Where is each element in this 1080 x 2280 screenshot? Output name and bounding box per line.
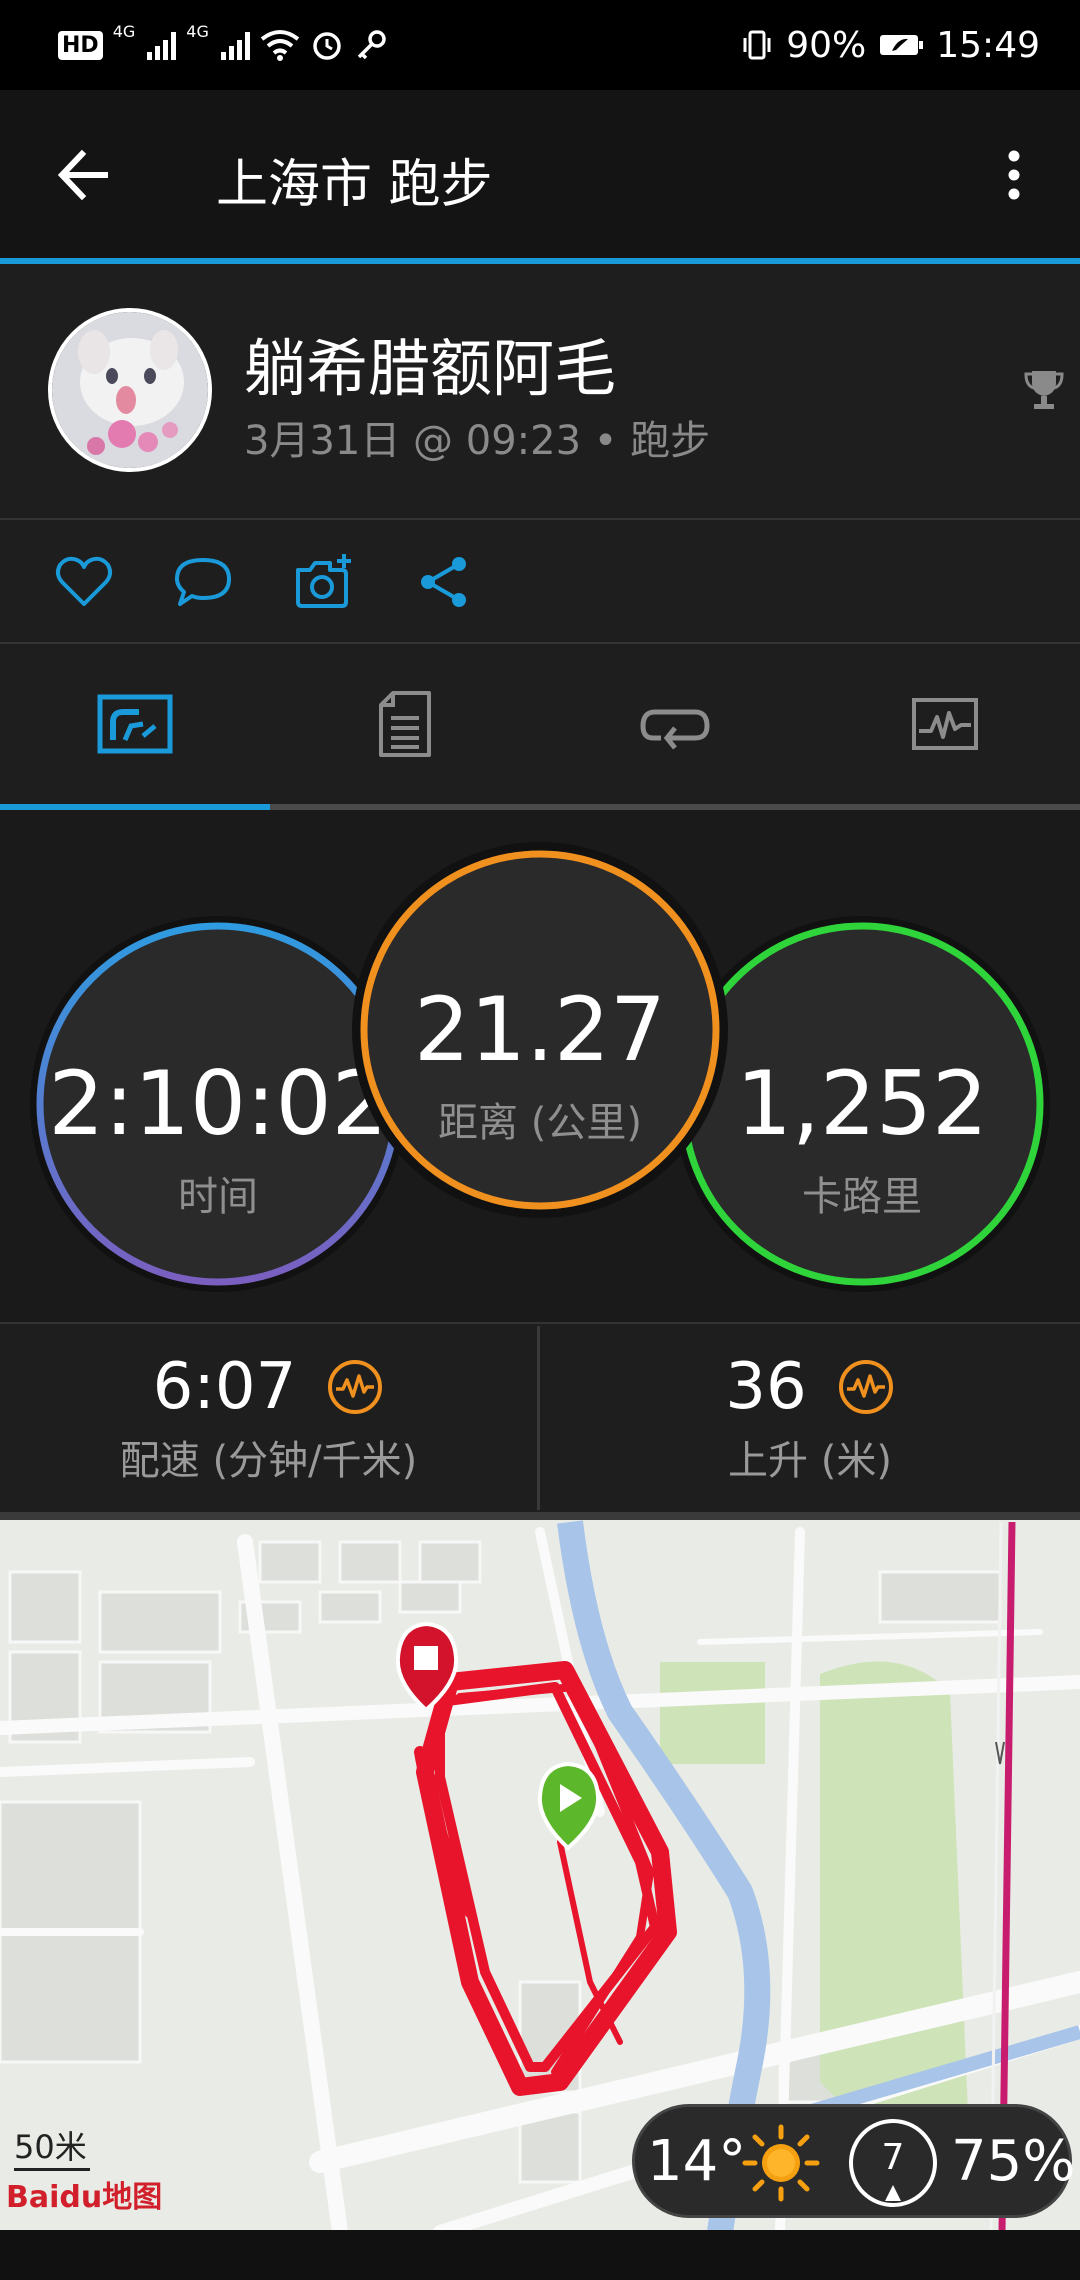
arrow-left-icon	[57, 149, 108, 201]
pace-value: 6:07	[152, 1350, 297, 1424]
page-title: 上海市 跑步	[216, 155, 493, 215]
more-options-button[interactable]	[990, 140, 1038, 210]
tab-details[interactable]	[270, 644, 540, 804]
add-photo-button[interactable]	[292, 552, 352, 612]
share-icon	[421, 557, 466, 607]
ascent-value: 36	[725, 1350, 807, 1424]
vibrate-icon	[743, 30, 771, 60]
alarm-icon	[313, 32, 341, 60]
pace-metric[interactable]: 6:07 配速 (分钟/千米)	[0, 1350, 537, 1486]
battery-icon	[880, 35, 924, 55]
back-button[interactable]	[50, 140, 120, 210]
distance-label: 距离 (公里)	[438, 1100, 642, 1146]
sun-icon	[742, 2124, 820, 2202]
map-scale-bar	[14, 2168, 90, 2171]
ascent-label: 上升 (米)	[728, 1438, 892, 1484]
loop-icon	[640, 709, 710, 750]
status-right: 90% 15:49	[740, 20, 1040, 70]
signal-icon	[220, 30, 250, 60]
ascent-metric[interactable]: 36 上升 (米)	[540, 1350, 1080, 1486]
status-left: HD 4G 4G	[58, 22, 388, 68]
trophy-icon[interactable]	[1024, 368, 1064, 412]
network-type-1: 4G	[112, 22, 136, 41]
tab-charts[interactable]	[810, 644, 1080, 804]
weather-temperature: 14°	[647, 2129, 747, 2194]
chart-icon	[912, 698, 978, 750]
action-row	[0, 520, 1080, 644]
map-scale-label: 50米	[14, 2128, 87, 2166]
activity-date-type: 3月31日 @ 09:23 • 跑步	[244, 418, 711, 464]
ascent-chart-icon	[838, 1360, 893, 1414]
user-name[interactable]: 躺希腊额阿毛	[244, 318, 616, 408]
tab-overview[interactable]	[0, 644, 270, 804]
document-icon	[379, 691, 431, 757]
comment-icon	[175, 558, 231, 606]
map-provider-logo: Baidu地图	[6, 2180, 163, 2215]
distance-value: 21.27	[414, 978, 666, 1081]
wifi-icon	[260, 30, 300, 61]
clock: 15:49	[936, 24, 1040, 66]
avatar-image	[52, 312, 208, 468]
signal-icon	[147, 30, 177, 60]
share-button[interactable]	[414, 552, 474, 612]
like-button[interactable]	[54, 552, 114, 612]
comment-button[interactable]	[172, 552, 232, 612]
heart-icon	[55, 556, 113, 606]
pace-chart-icon	[328, 1360, 383, 1414]
wind-speed: 7	[881, 2137, 905, 2178]
weather-badge[interactable]: 14° 7 75%	[632, 2104, 1076, 2218]
avatar[interactable]	[48, 308, 212, 472]
stats-icon	[97, 694, 173, 754]
key-icon	[357, 30, 386, 60]
tab-laps[interactable]	[540, 644, 810, 804]
bottom-bar	[0, 2230, 1080, 2280]
hd-badge: HD	[58, 30, 103, 60]
more-vert-icon	[1008, 150, 1020, 200]
add-photo-icon	[296, 554, 351, 608]
pace-label: 配速 (分钟/千米)	[119, 1438, 418, 1484]
distance-stat: 21.27 距离 (公里)	[350, 840, 730, 1220]
weather-humidity: 75%	[951, 2129, 1076, 2194]
network-type-2: 4G	[186, 22, 209, 41]
app-bar	[0, 90, 1080, 258]
battery-percent: 90%	[786, 24, 867, 66]
